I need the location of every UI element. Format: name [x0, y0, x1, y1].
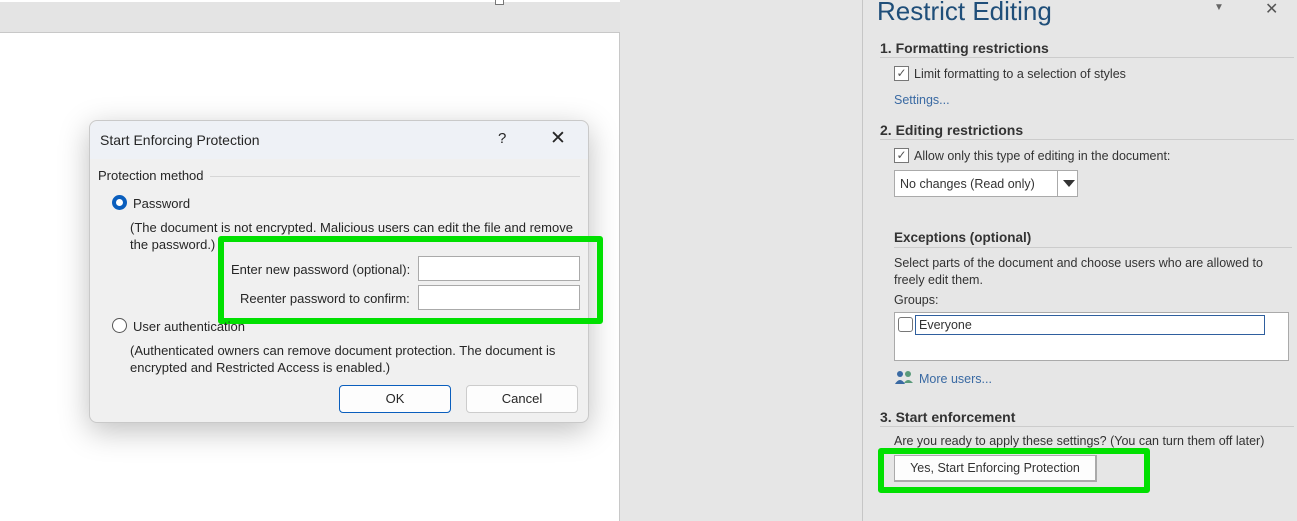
pane-options-dropdown-icon[interactable]: ▼ [1214, 2, 1224, 13]
editing-type-select[interactable]: No changes (Read only) [894, 170, 1078, 197]
ready-text: Are you ready to apply these settings? (… [894, 434, 1265, 448]
users-icon [895, 371, 913, 384]
limit-formatting-checkbox[interactable]: ✓ [894, 66, 909, 81]
pane-close-button[interactable]: ✕ [1265, 0, 1278, 19]
dialog-close-button[interactable]: ✕ [550, 127, 566, 150]
group-divider [210, 176, 580, 177]
formatting-restrictions-heading: 1. Formatting restrictions [880, 40, 1049, 56]
dialog-title: Start Enforcing Protection [100, 132, 260, 148]
password-radio[interactable] [112, 195, 127, 210]
password-option-label[interactable]: Password [133, 196, 190, 211]
group-everyone-label: Everyone [919, 318, 972, 332]
divider [880, 57, 1294, 58]
select-divider [1057, 171, 1058, 196]
groups-list[interactable]: Everyone [894, 312, 1289, 361]
divider [880, 139, 1294, 140]
highlight-box [878, 448, 1150, 493]
user-authentication-note: (Authenticated owners can remove documen… [130, 343, 556, 375]
start-enforcement-heading: 3. Start enforcement [880, 409, 1016, 425]
divider [894, 247, 1292, 248]
start-enforcing-protection-dialog: Start Enforcing Protection ? ✕ Protectio… [89, 120, 603, 423]
restrict-editing-pane: Restrict Editing ▼ ✕ 1. Formatting restr… [862, 0, 1297, 521]
allow-only-checkbox[interactable]: ✓ [894, 148, 909, 163]
exceptions-heading: Exceptions (optional) [894, 230, 1032, 245]
user-authentication-label[interactable]: User authentication [133, 319, 245, 334]
divider [880, 426, 1294, 427]
group-item-everyone[interactable]: Everyone [915, 315, 1265, 335]
help-button[interactable]: ? [498, 130, 506, 147]
ruler-area [0, 0, 620, 33]
exceptions-description: Select parts of the document and choose … [894, 256, 1263, 287]
ok-button[interactable]: OK [339, 385, 451, 413]
settings-link[interactable]: Settings... [894, 93, 950, 107]
groups-label: Groups: [894, 293, 939, 307]
everyone-checkbox[interactable] [898, 317, 913, 332]
more-users-link[interactable]: More users... [919, 372, 992, 386]
protection-method-label: Protection method [98, 168, 204, 183]
pane-title: Restrict Editing [877, 0, 1052, 26]
cancel-button[interactable]: Cancel [466, 385, 578, 413]
dialog-title-bar: Start Enforcing Protection ? ✕ [90, 121, 588, 159]
editing-restrictions-heading: 2. Editing restrictions [880, 122, 1024, 138]
highlight-box [218, 236, 603, 324]
chevron-down-icon [1063, 180, 1075, 187]
ruler-marker[interactable] [495, 0, 504, 5]
editing-type-value: No changes (Read only) [900, 177, 1035, 191]
limit-formatting-label[interactable]: Limit formatting to a selection of style… [914, 67, 1126, 81]
allow-only-label[interactable]: Allow only this type of editing in the d… [914, 149, 1170, 163]
user-authentication-radio[interactable] [112, 318, 127, 333]
